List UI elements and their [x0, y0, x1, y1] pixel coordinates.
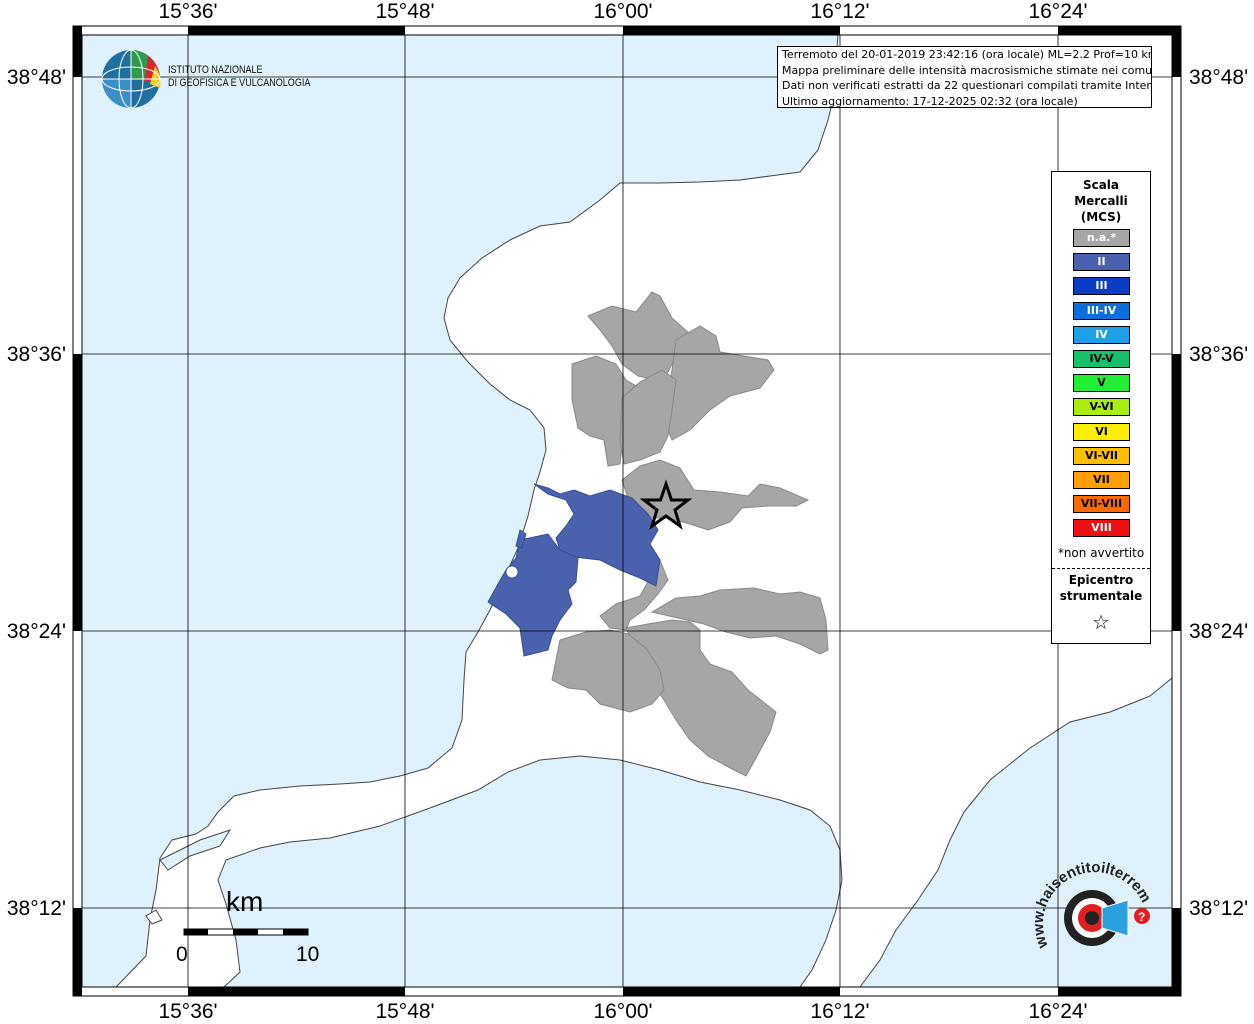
legend-star-icon: ☆ — [1092, 610, 1110, 634]
legend-title: Scala Mercalli (MCS) — [1052, 177, 1150, 225]
bottom-tick: 16°12' — [810, 1000, 869, 1023]
info-line-2: Mappa preliminare delle intensità macros… — [782, 63, 1152, 77]
left-tick-labels: 38°48' 38°36' 38°24' 38°12' — [7, 66, 66, 920]
legend-swatch: V — [1073, 374, 1130, 393]
top-tick: 16°00' — [593, 0, 652, 23]
right-tick: 38°36' — [1189, 343, 1248, 366]
left-tick: 38°24' — [7, 620, 66, 643]
scale-min: 0 — [176, 943, 188, 966]
legend-swatch: IV-V — [1073, 350, 1130, 368]
scale-bar — [183, 928, 309, 936]
left-tick: 38°36' — [7, 343, 66, 366]
top-tick-labels: 15°36' 15°48' 16°00' 16°12' 16°24' — [158, 0, 1087, 23]
legend-swatch: n.a.* — [1073, 229, 1130, 247]
right-tick: 38°48' — [1189, 66, 1248, 89]
right-tick-labels: 38°48' 38°36' 38°24' 38°12' — [1189, 66, 1248, 920]
scale-max: 10 — [296, 943, 320, 966]
top-tick: 15°48' — [375, 0, 434, 23]
legend-epicenter-label: Epicentro strumentale — [1052, 572, 1150, 604]
event-info-box: Terremoto del 20-01-2019 23:42:16 (ora l… — [777, 46, 1152, 108]
legend-swatch: VI — [1073, 422, 1130, 441]
top-tick: 15°36' — [158, 0, 217, 23]
left-tick: 38°48' — [7, 66, 66, 89]
left-tick: 38°12' — [7, 897, 66, 920]
lake — [505, 565, 519, 579]
info-line-3: Dati non verificati estratti da 22 quest… — [782, 79, 1152, 92]
ingv-globe-icon — [101, 49, 161, 109]
ingv-name: ISTITUTO NAZIONALE DI GEOFISICA E VULCAN… — [168, 64, 310, 90]
ingv-line-1: ISTITUTO NAZIONALE — [168, 64, 263, 76]
right-tick: 38°24' — [1189, 620, 1248, 643]
bottom-tick: 15°36' — [158, 1000, 217, 1023]
legend-na-note: *non avvertito — [1057, 546, 1145, 560]
top-tick: 16°24' — [1028, 0, 1087, 23]
scale-unit: km — [226, 886, 264, 917]
info-line-4: Ultimo aggiornamento: 17-12-2025 02:32 (… — [782, 94, 1078, 108]
mcs-legend: Scala Mercalli (MCS) n.a.* II III III-IV IV I… — [1051, 171, 1151, 644]
ingv-line-2: DI GEOFISICA E VULCANOLOGIA — [168, 77, 311, 89]
bottom-tick: 16°24' — [1028, 1000, 1087, 1023]
legend-swatch: IV — [1073, 325, 1130, 344]
legend-swatch: III — [1073, 277, 1130, 296]
top-tick: 16°12' — [810, 0, 869, 23]
legend-divider — [1052, 568, 1150, 569]
legend-swatch: II — [1073, 253, 1130, 272]
legend-swatch: V-VI — [1073, 398, 1130, 417]
svg-text:?: ? — [1138, 910, 1145, 924]
legend-swatch: VII-VIII — [1073, 495, 1130, 514]
legend-swatch: VIII — [1073, 519, 1130, 538]
legend-epicenter-text: Epicentro strumentale — [1059, 573, 1143, 603]
haisentito-logo: ? www.haisentitoilterremoto.it — [1030, 860, 1154, 951]
legend-title-text: Scala Mercalli (MCS) — [1074, 178, 1128, 224]
legend-swatch: VI-VII — [1073, 446, 1130, 465]
bottom-tick: 16°00' — [593, 1000, 652, 1023]
legend-swatch: VII — [1073, 471, 1130, 489]
right-tick: 38°12' — [1189, 897, 1248, 920]
bottom-tick-labels: 15°36' 15°48' 16°00' 16°12' 16°24' — [158, 1000, 1087, 1023]
info-line-1: Terremoto del 20-01-2019 23:42:16 (ora l… — [782, 48, 1152, 61]
legend-swatch: III-IV — [1073, 301, 1130, 320]
bottom-tick: 15°48' — [375, 1000, 434, 1023]
